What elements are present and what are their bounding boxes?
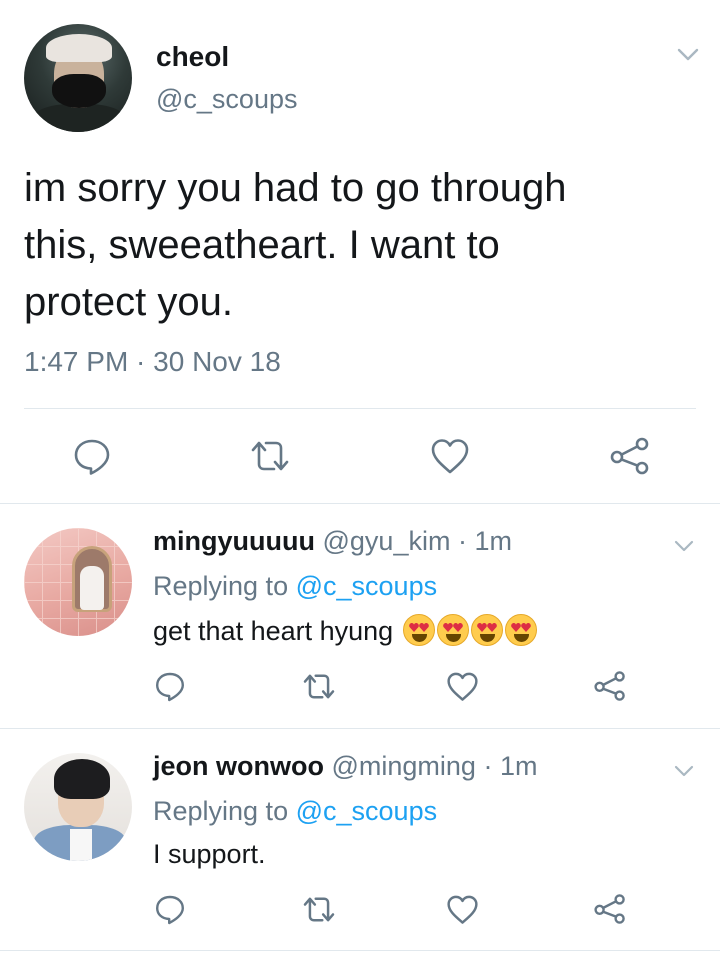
replying-to: Replying to @c_scoups [153,571,437,602]
tweet-text-line: this, sweeatheart. I want to [24,223,500,267]
avatar[interactable] [24,753,132,861]
reply-text: I support. [153,839,266,869]
divider [24,408,696,409]
reply-icon[interactable] [152,668,188,704]
chevron-down-icon[interactable] [676,42,700,66]
share-icon[interactable] [592,668,628,704]
tweet-text: im sorry you had to go through this, swe… [24,160,684,331]
replying-prefix: Replying to [153,796,289,826]
avatar-cap [46,34,112,62]
avatar-body [32,104,126,132]
reply-tweet[interactable]: jeon wonwoo @mingming · 1m Replying to @… [0,729,720,951]
divider [0,950,720,951]
chevron-down-icon[interactable] [672,534,696,558]
reply-header: mingyuuuuu @gyu_kim · 1m [153,526,512,557]
handle-and-time[interactable]: @mingming · 1m [332,751,538,781]
retweet-icon[interactable] [299,891,339,927]
tweet-text-line: protect you. [24,280,234,324]
handle-and-time[interactable]: @gyu_kim · 1m [323,526,512,556]
avatar-hair [54,759,110,799]
retweet-icon[interactable] [299,668,339,704]
heart-eyes-emoji-icon [402,614,435,646]
like-icon[interactable] [428,434,472,478]
reply-header: jeon wonwoo @mingming · 1m [153,751,537,782]
heart-eyes-emoji-icon [504,614,537,646]
chevron-down-icon[interactable] [672,759,696,783]
heart-eyes-emoji-icon [470,614,503,646]
mention-link[interactable]: @c_scoups [296,571,437,601]
display-name[interactable]: jeon wonwoo [153,751,324,781]
retweet-icon[interactable] [246,434,294,478]
avatar[interactable] [24,24,132,132]
heart-eyes-emoji-icon [436,614,469,646]
like-icon[interactable] [444,668,480,704]
replying-prefix: Replying to [153,571,289,601]
display-name[interactable]: mingyuuuuu [153,526,315,556]
tweet-timestamp[interactable]: 1:47 PM · 30 Nov 18 [24,346,281,378]
avatar-shirt [70,829,92,861]
tweet-text-line: im sorry you had to go through [24,166,567,210]
reply-icon[interactable] [152,891,188,927]
reply-text: get that heart hyung [153,614,537,647]
reply-tweet[interactable]: mingyuuuuu @gyu_kim · 1m Replying to @c_… [0,504,720,728]
like-icon[interactable] [444,891,480,927]
main-tweet: cheol @c_scoups im sorry you had to go t… [0,0,720,503]
avatar-mask [52,74,106,108]
share-icon[interactable] [592,891,628,927]
user-handle[interactable]: @c_scoups [156,84,297,115]
share-icon[interactable] [608,434,652,478]
reply-text-content: get that heart hyung [153,616,394,646]
avatar[interactable] [24,528,132,636]
display-name[interactable]: cheol [156,41,229,73]
replying-to: Replying to @c_scoups [153,796,437,827]
mention-link[interactable]: @c_scoups [296,796,437,826]
avatar-figure [80,566,104,610]
reply-icon[interactable] [70,434,114,478]
